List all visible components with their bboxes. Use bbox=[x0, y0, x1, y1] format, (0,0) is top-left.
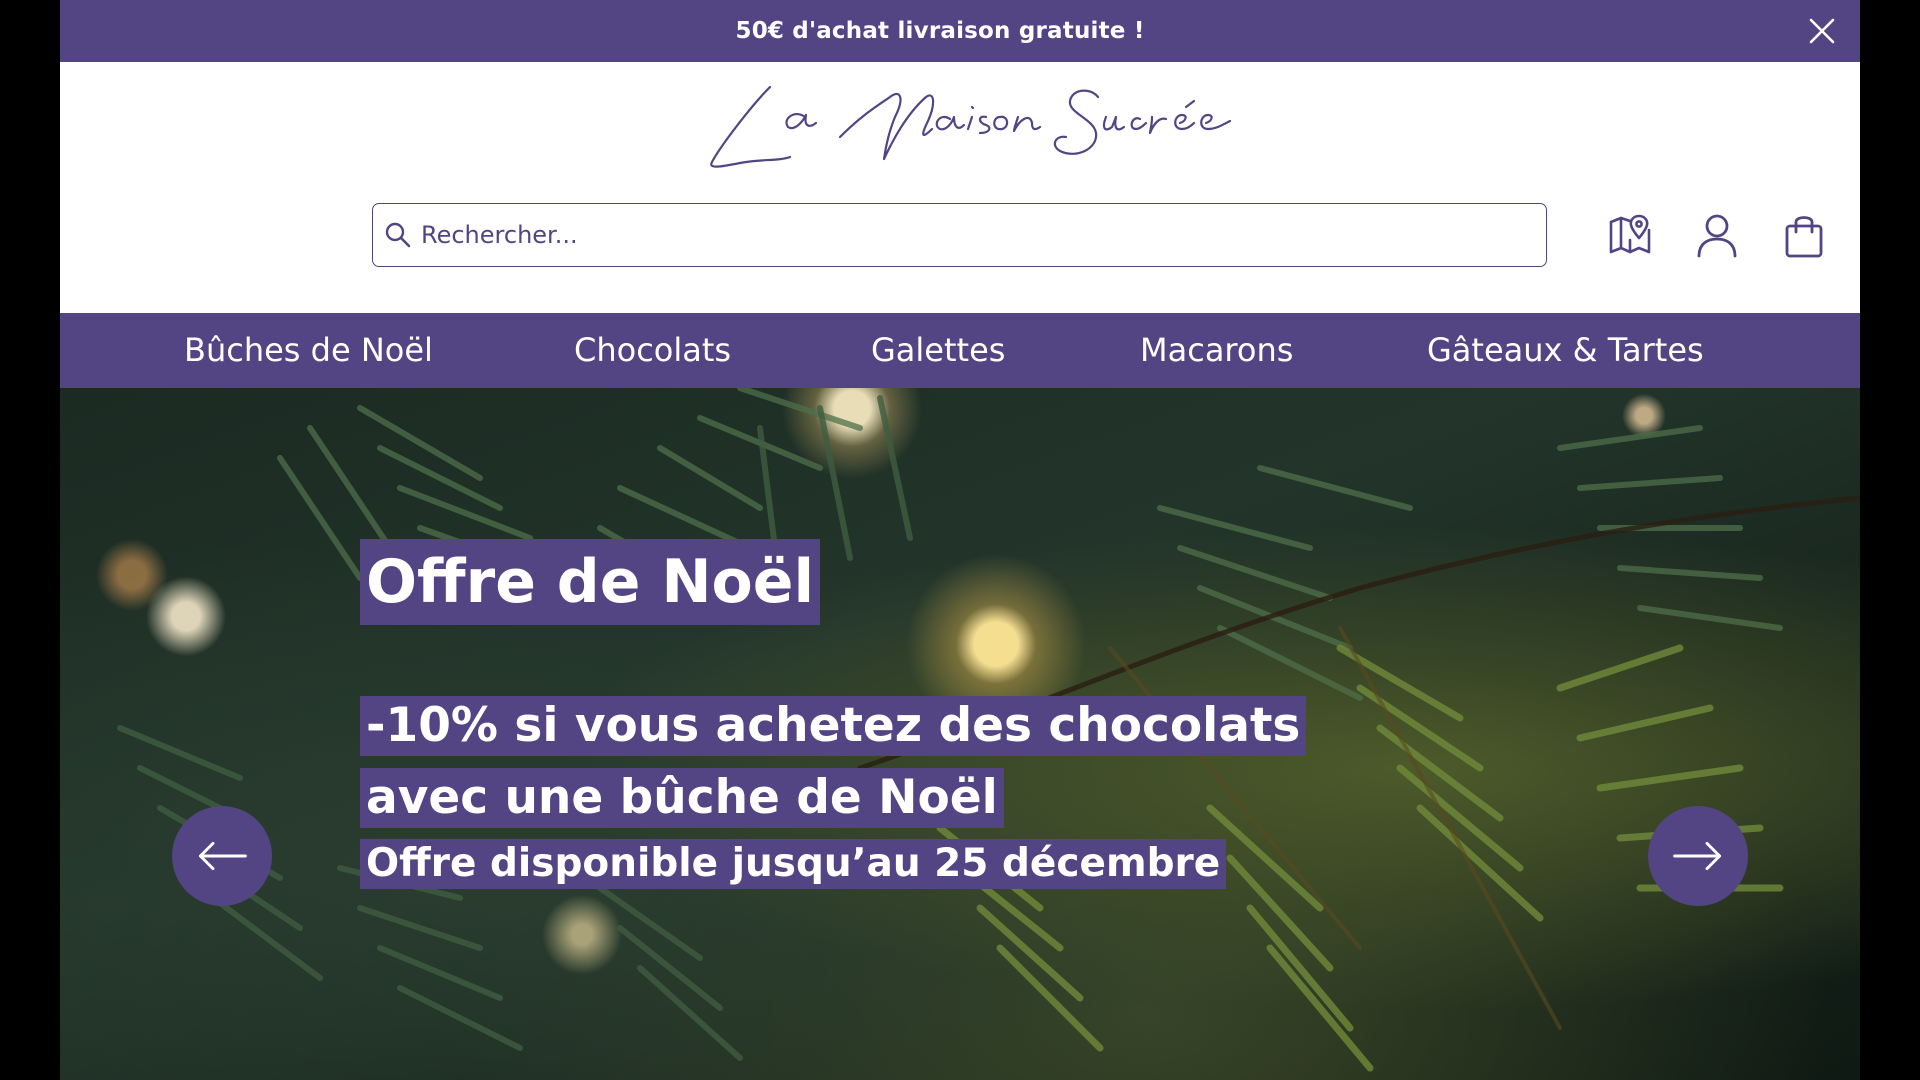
category-nav: Bûches de Noël Chocolats Galettes Macaro… bbox=[60, 313, 1860, 388]
carousel-prev-button[interactable] bbox=[172, 806, 272, 906]
brand-logo[interactable] bbox=[60, 62, 1860, 182]
arrow-right-icon bbox=[1673, 841, 1722, 871]
search-icon bbox=[385, 222, 411, 248]
promo-text: 50€ d'achat livraison gratuite ! bbox=[735, 18, 1145, 44]
promo-banner: 50€ d'achat livraison gratuite ! bbox=[60, 0, 1860, 62]
nav-item-galettes[interactable]: Galettes bbox=[871, 313, 1005, 388]
nav-item-buches[interactable]: Bûches de Noël bbox=[184, 313, 433, 388]
hero-offer-line-1: -10% si vous achetez des chocolats bbox=[360, 696, 1307, 756]
hero-carousel: Offre de Noël -10% si vous achetez des c… bbox=[60, 388, 1860, 1080]
shopping-bag-icon[interactable] bbox=[1779, 210, 1829, 260]
nav-item-macarons[interactable]: Macarons bbox=[1140, 313, 1293, 388]
brand-logo-script bbox=[710, 85, 1232, 168]
nav-item-chocolats[interactable]: Chocolats bbox=[574, 313, 731, 388]
search-bar[interactable] bbox=[372, 203, 1547, 267]
map-pin-icon[interactable] bbox=[1605, 210, 1655, 260]
hero-title: Offre de Noël bbox=[360, 539, 821, 625]
arrow-left-icon bbox=[198, 841, 247, 871]
hero-offer-line-2: avec une bûche de Noël bbox=[360, 768, 1004, 828]
user-icon[interactable] bbox=[1692, 210, 1742, 260]
page: 50€ d'achat livraison gratuite ! Recherc… bbox=[60, 0, 1860, 1080]
search-input[interactable] bbox=[421, 204, 1546, 266]
carousel-next-button[interactable] bbox=[1648, 806, 1748, 906]
nav-item-gateaux-tartes[interactable]: Gâteaux & Tartes bbox=[1427, 313, 1704, 388]
hero-subtitle: Offre disponible jusqu’au 25 décembre bbox=[360, 839, 1227, 889]
close-icon[interactable] bbox=[1806, 15, 1838, 47]
